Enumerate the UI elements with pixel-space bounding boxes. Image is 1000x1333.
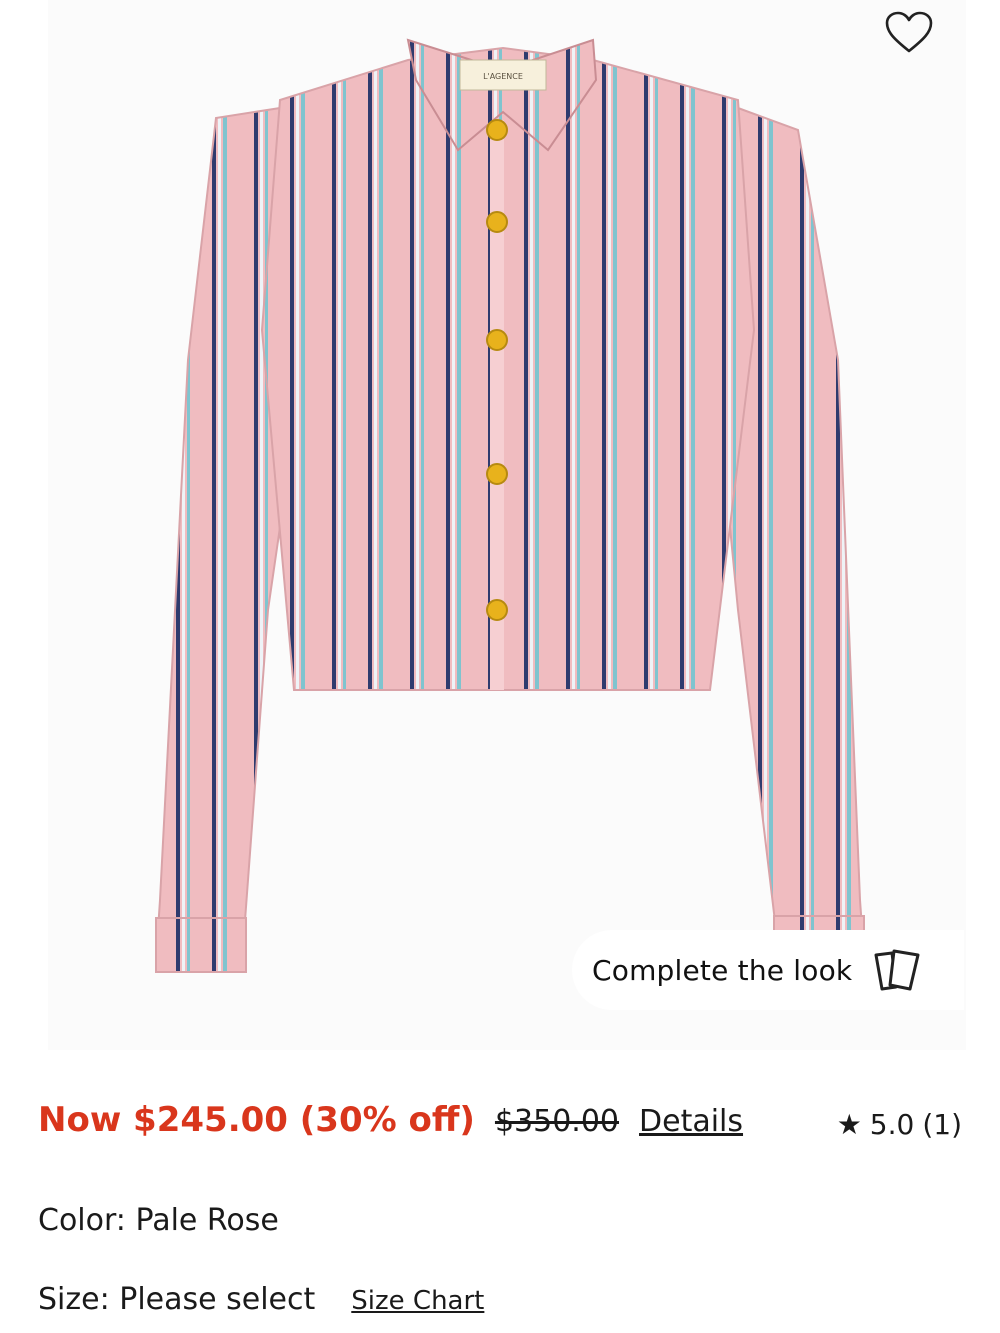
sale-price: Now $245.00 (30% off) — [38, 1100, 475, 1140]
color-label: Color: — [38, 1203, 126, 1238]
favorite-button[interactable] — [876, 4, 942, 64]
review-count: (1) — [922, 1108, 962, 1141]
color-selection: Color: Pale Rose — [38, 1203, 279, 1238]
rating-summary[interactable]: ★ 5.0 (1) — [837, 1108, 962, 1141]
size-chart-link[interactable]: Size Chart — [351, 1286, 484, 1316]
cards-icon — [870, 947, 924, 993]
size-selection: Size: Please select Size Chart — [38, 1282, 484, 1317]
color-value: Pale Rose — [135, 1203, 279, 1238]
rating-value: 5.0 — [869, 1108, 915, 1141]
size-value: Please select — [119, 1282, 316, 1317]
size-label: Size: — [38, 1282, 110, 1317]
price-details-link[interactable]: Details — [639, 1104, 743, 1139]
product-image-container[interactable]: L'AGENCE Complete the look — [48, 0, 966, 1050]
price-row: Now $245.00 (30% off) $350.00 Details — [38, 1100, 968, 1160]
complete-the-look-button[interactable]: Complete the look — [572, 930, 964, 1010]
complete-the-look-label: Complete the look — [592, 953, 853, 987]
heart-outline-icon — [884, 10, 934, 58]
product-image[interactable]: L'AGENCE — [48, 0, 966, 1050]
original-price: $350.00 — [494, 1104, 620, 1139]
star-icon: ★ — [836, 1108, 862, 1141]
svg-text:L'AGENCE: L'AGENCE — [483, 72, 523, 81]
